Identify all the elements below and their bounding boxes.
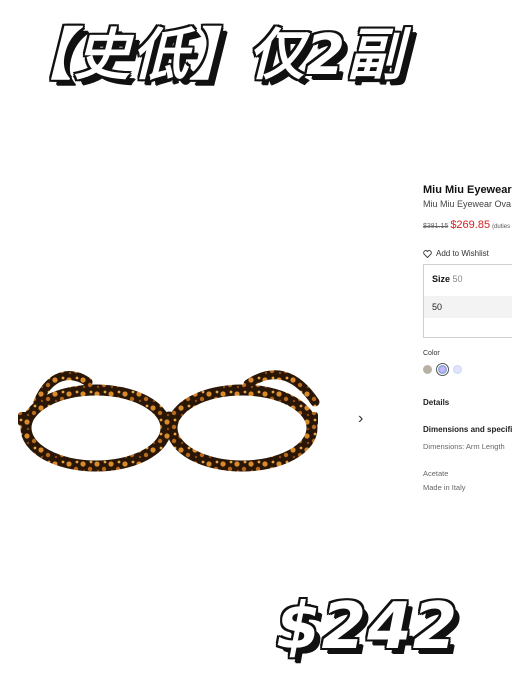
color-label: Color — [423, 350, 440, 357]
material-text: Acetate — [423, 469, 449, 478]
size-selector[interactable]: Size 50 50 — [423, 264, 512, 338]
size-label: Size — [432, 274, 451, 284]
size-selected-value: 50 — [452, 274, 463, 284]
sale-price: $269.85 — [450, 219, 491, 231]
size-header: Size 50 — [424, 265, 512, 292]
color-swatch-3[interactable] — [453, 365, 462, 374]
size-option[interactable]: 50 — [424, 296, 512, 318]
origin-text: Made in Italy — [423, 483, 466, 492]
details-heading[interactable]: Details — [423, 398, 512, 407]
product-brand: Miu Miu Eyewear — [423, 184, 512, 196]
color-swatch-1[interactable] — [423, 365, 432, 374]
dimensions-heading[interactable]: Dimensions and specific — [423, 425, 512, 434]
duties-note: (duties — [492, 224, 511, 230]
dimensions-text: Dimensions: Arm Length — [423, 442, 505, 451]
color-swatches — [423, 365, 512, 374]
product-info-panel: Miu Miu Eyewear Miu Miu Eyewear Ova $381… — [423, 184, 512, 492]
promo-title-banner: 【史低】仅2副 — [16, 23, 405, 88]
next-image-chevron-right-icon[interactable]: › — [358, 410, 363, 428]
original-price: $381.15 — [423, 223, 449, 230]
color-swatch-2-selected[interactable] — [438, 365, 447, 374]
product-image-glasses — [18, 370, 320, 472]
product-name: Miu Miu Eyewear Ova — [423, 199, 512, 209]
heart-icon — [423, 249, 432, 258]
promo-price-banner: $242 — [276, 590, 459, 664]
add-to-wishlist-button[interactable]: Add to Wishlist — [423, 249, 512, 258]
price-row: $381.15 $269.85 (duties — [423, 219, 512, 231]
wishlist-label: Add to Wishlist — [436, 249, 489, 258]
